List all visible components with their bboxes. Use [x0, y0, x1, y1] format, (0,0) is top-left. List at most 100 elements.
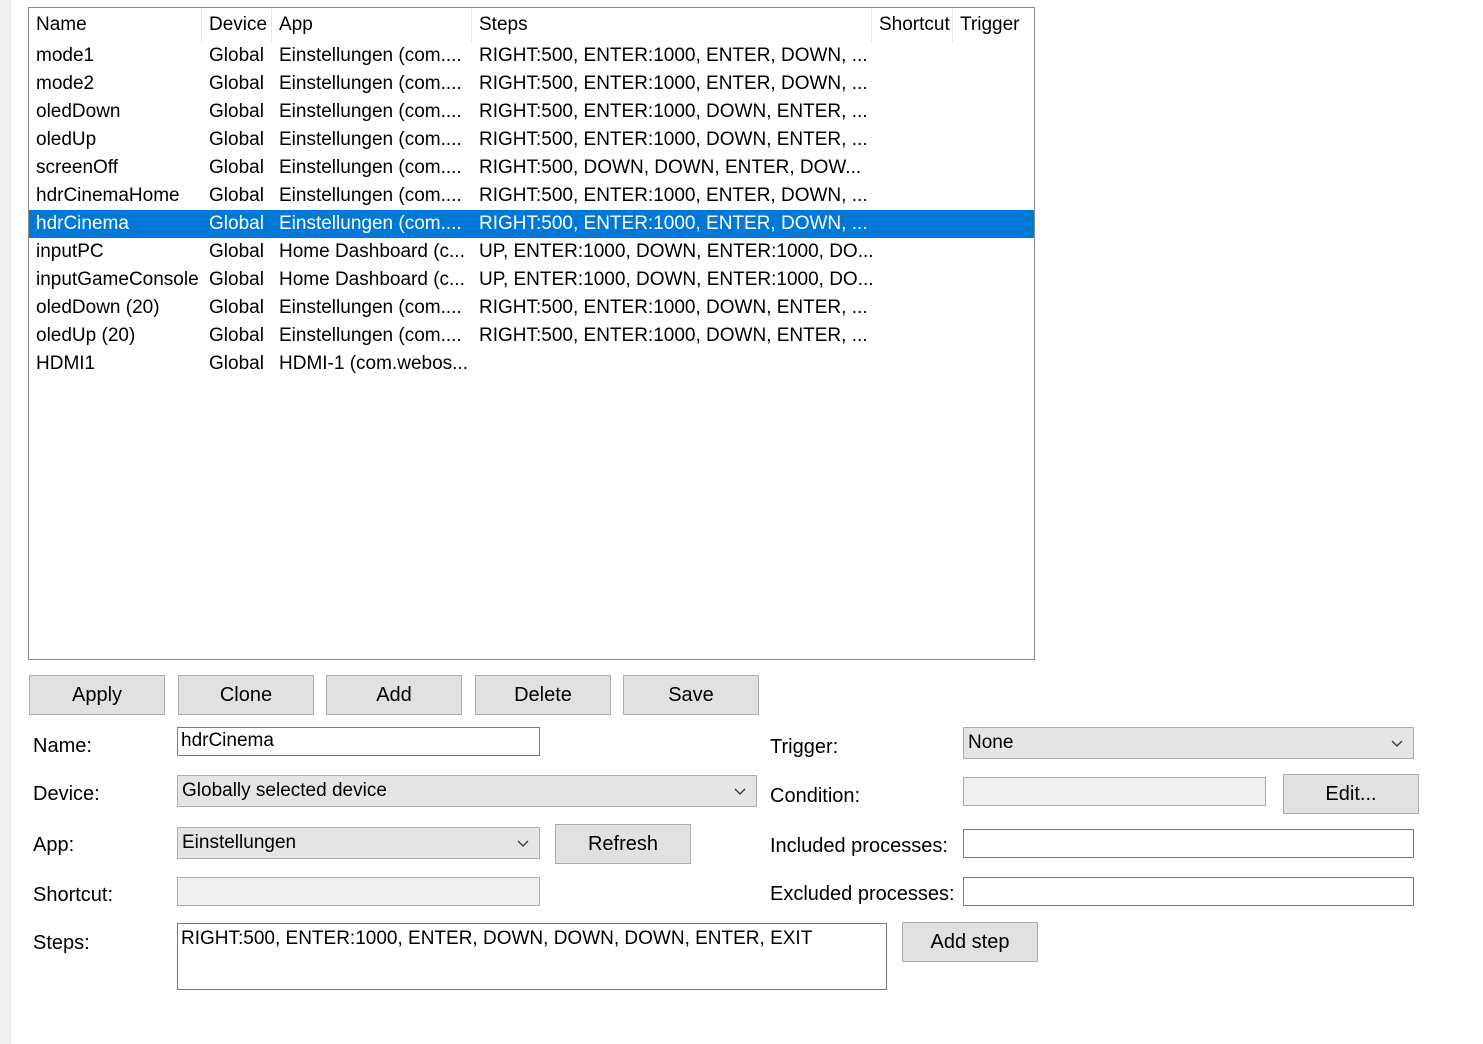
cell-name: hdrCinemaHome: [36, 185, 180, 206]
cell-name: oledUp: [36, 129, 97, 150]
cell-device: Global: [209, 213, 264, 234]
chevron-down-icon: [517, 840, 529, 847]
excluded-processes-label: Excluded processes:: [770, 883, 955, 905]
cell-name: screenOff: [36, 157, 119, 178]
steps-label: Steps:: [33, 932, 90, 954]
cell-name: oledDown (20): [36, 297, 160, 318]
list-item[interactable]: screenOff Global Einstellungen (com.... RIG…: [29, 154, 1034, 182]
cell-app: Einstellungen (com....: [279, 157, 462, 178]
device-value: Globally selected device: [182, 780, 387, 801]
column-header-label: Device: [209, 14, 268, 35]
list-item[interactable]: mode1 Global Einstellungen (com.... RIGHT:5…: [29, 42, 1034, 70]
edit-condition-button[interactable]: Edit...: [1283, 774, 1419, 814]
presets-list[interactable]: Name Device App Steps Shortcut Trigger m…: [28, 7, 1035, 660]
list-item[interactable]: oledDown Global Einstellungen (com.... RIGH…: [29, 98, 1034, 126]
column-header-label: App: [279, 14, 313, 35]
cell-name: mode2: [36, 73, 95, 94]
column-header-device[interactable]: Device: [202, 8, 272, 42]
cell-device: Global: [209, 297, 264, 318]
list-item[interactable]: mode2 Global Einstellungen (com.... RIGHT:5…: [29, 70, 1034, 98]
shortcut-field[interactable]: [177, 877, 540, 906]
cell-name: oledUp (20): [36, 325, 136, 346]
column-header-label: Trigger: [960, 14, 1020, 35]
list-item[interactable]: hdrCinema Global Einstellungen (com.... RIG…: [29, 210, 1034, 238]
cell-device: Global: [209, 101, 264, 122]
cell-steps: RIGHT:500, ENTER:1000, DOWN, ENTER, ...: [479, 297, 868, 318]
apply-button[interactable]: Apply: [29, 675, 165, 715]
delete-button[interactable]: Delete: [475, 675, 611, 715]
cell-steps: UP, ENTER:1000, DOWN, ENTER:1000, DO...: [479, 241, 872, 262]
refresh-button[interactable]: Refresh: [555, 824, 691, 864]
list-item[interactable]: oledUp Global Einstellungen (com.... RIGHT:…: [29, 126, 1034, 154]
cell-steps: RIGHT:500, ENTER:1000, ENTER, DOWN, ...: [479, 73, 868, 94]
list-item[interactable]: inputPC Global Home Dashboard (c... UP, ENT…: [29, 238, 1034, 266]
trigger-value: None: [968, 732, 1014, 753]
column-header-label: Steps: [479, 14, 528, 35]
column-header-trigger[interactable]: Trigger: [953, 8, 1034, 42]
list-item[interactable]: hdrCinemaHome Global Einstellungen (com...…: [29, 182, 1034, 210]
cell-steps: RIGHT:500, ENTER:1000, DOWN, ENTER, ...: [479, 325, 868, 346]
list-item[interactable]: HDMI1 Global HDMI-1 (com.webos...: [29, 350, 1034, 378]
name-field[interactable]: hdrCinema: [177, 727, 540, 756]
cell-steps: RIGHT:500, ENTER:1000, DOWN, ENTER, ...: [479, 101, 868, 122]
device-dropdown[interactable]: Globally selected device: [177, 775, 757, 807]
column-header-app[interactable]: App: [272, 8, 472, 42]
cell-name: hdrCinema: [36, 213, 129, 234]
cell-app: Einstellungen (com....: [279, 325, 462, 346]
add-step-button[interactable]: Add step: [902, 922, 1038, 962]
cell-device: Global: [209, 241, 264, 262]
cell-app: Einstellungen (com....: [279, 101, 462, 122]
cell-device: Global: [209, 157, 264, 178]
cell-app: Home Dashboard (c...: [279, 241, 465, 262]
cell-device: Global: [209, 129, 264, 150]
cell-steps: RIGHT:500, ENTER:1000, ENTER, DOWN, ...: [479, 185, 868, 206]
cell-app: Einstellungen (com....: [279, 73, 462, 94]
cell-name: mode1: [36, 45, 95, 66]
cell-device: Global: [209, 45, 264, 66]
name-label: Name:: [33, 735, 92, 757]
cell-app: Einstellungen (com....: [279, 185, 462, 206]
cell-device: Global: [209, 269, 264, 290]
clone-button[interactable]: Clone: [178, 675, 314, 715]
list-item[interactable]: oledUp (20) Global Einstellungen (com.... R…: [29, 322, 1034, 350]
cell-steps: [472, 350, 872, 378]
steps-field[interactable]: RIGHT:500, ENTER:1000, ENTER, DOWN, DOWN…: [177, 923, 887, 990]
device-label: Device:: [33, 783, 100, 805]
app-label: App:: [33, 834, 75, 856]
chevron-down-icon: [1391, 740, 1403, 747]
column-header-steps[interactable]: Steps: [472, 8, 872, 42]
column-header-label: Shortcut: [879, 14, 950, 35]
add-button[interactable]: Add: [326, 675, 462, 715]
condition-label: Condition:: [770, 785, 861, 807]
cell-app: Einstellungen (com....: [279, 129, 462, 150]
cell-name: HDMI1: [36, 353, 96, 374]
cell-steps: RIGHT:500, DOWN, DOWN, ENTER, DOW...: [479, 157, 862, 178]
excluded-processes-field[interactable]: [963, 877, 1414, 906]
condition-field[interactable]: [963, 777, 1266, 806]
cell-name: inputGameConsole: [36, 269, 199, 290]
column-header-name[interactable]: Name: [29, 8, 202, 42]
window-left-edge: [0, 0, 11, 1044]
chevron-down-icon: [734, 788, 746, 795]
included-processes-label: Included processes:: [770, 835, 948, 857]
cell-device: Global: [209, 353, 264, 374]
cell-device: Global: [209, 325, 264, 346]
app-value: Einstellungen: [182, 832, 297, 853]
included-processes-field[interactable]: [963, 829, 1414, 858]
trigger-dropdown[interactable]: None: [963, 727, 1414, 759]
cell-steps: RIGHT:500, ENTER:1000, ENTER, DOWN, ...: [479, 45, 868, 66]
column-header-label: Name: [36, 14, 87, 35]
cell-steps: UP, ENTER:1000, DOWN, ENTER:1000, DO...: [479, 269, 872, 290]
cell-app: HDMI-1 (com.webos...: [279, 353, 468, 374]
list-item[interactable]: inputGameConsole Global Home Dashboard (c.…: [29, 266, 1034, 294]
cell-app: Einstellungen (com....: [279, 45, 462, 66]
trigger-label: Trigger:: [770, 736, 839, 758]
cell-steps: RIGHT:500, ENTER:1000, ENTER, DOWN, ...: [479, 213, 868, 234]
app-dropdown[interactable]: Einstellungen: [177, 827, 540, 859]
cell-app: Einstellungen (com....: [279, 297, 462, 318]
cell-app: Einstellungen (com....: [279, 213, 462, 234]
list-item[interactable]: oledDown (20) Global Einstellungen (com...…: [29, 294, 1034, 322]
save-button[interactable]: Save: [623, 675, 759, 715]
cell-name: oledDown: [36, 101, 121, 122]
column-header-shortcut[interactable]: Shortcut: [872, 8, 953, 42]
